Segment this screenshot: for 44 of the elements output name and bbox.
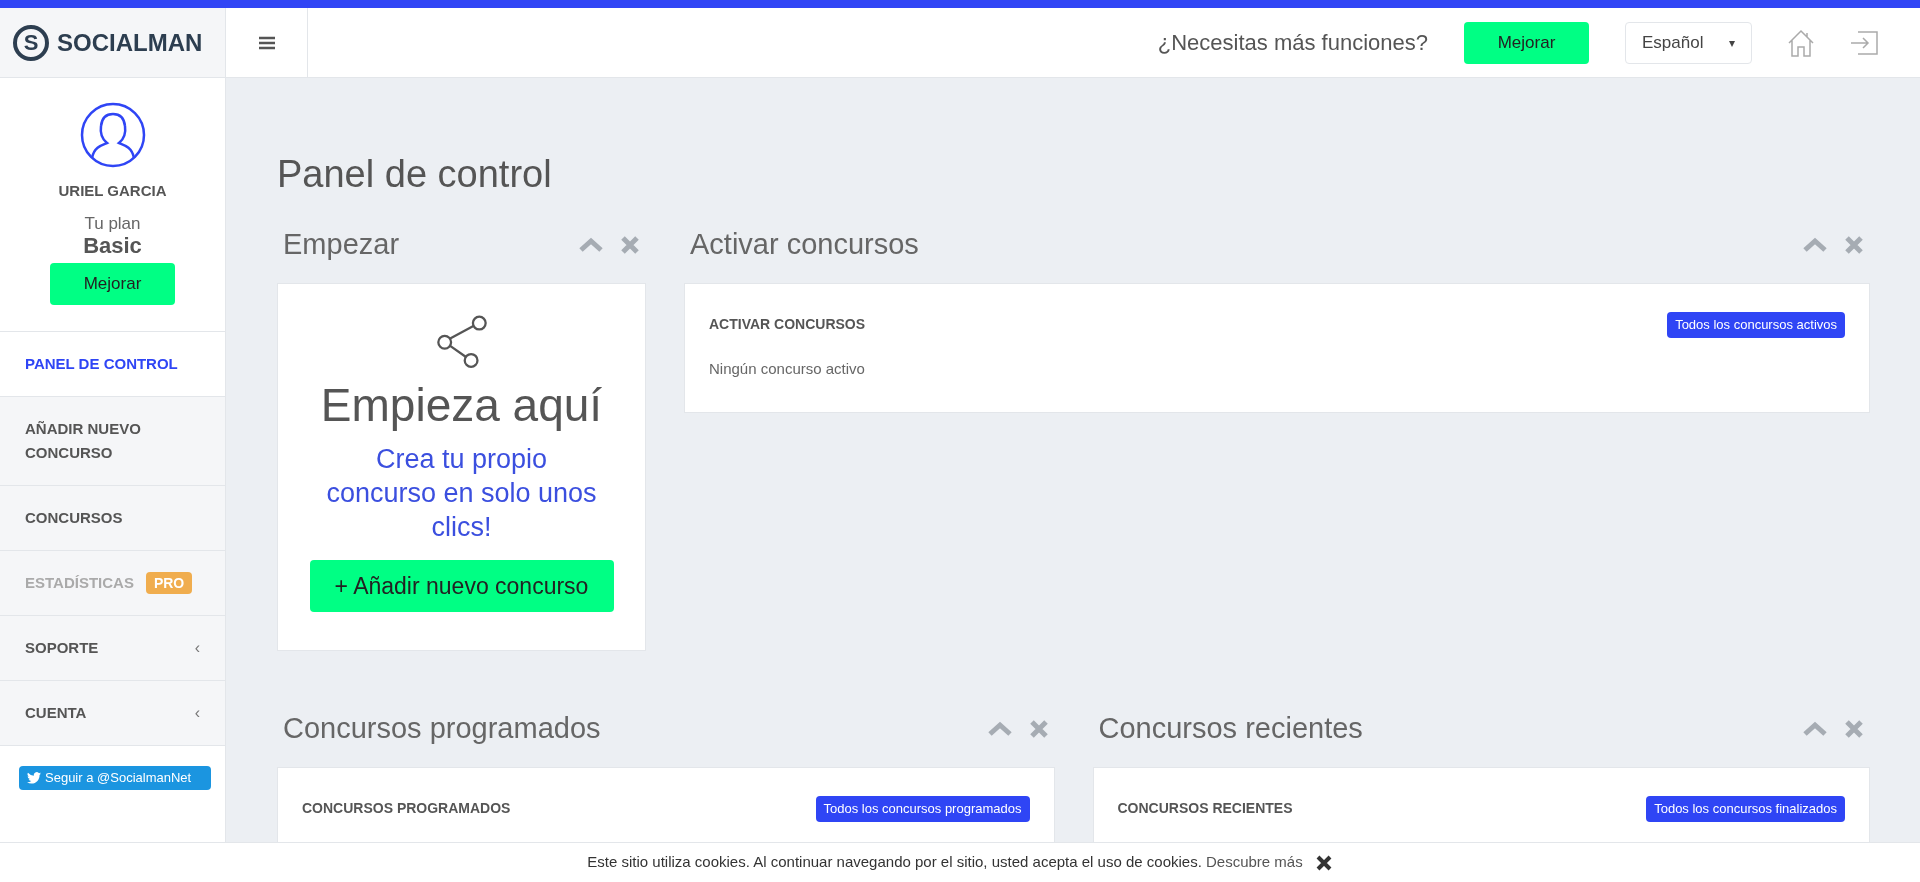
- avatar-icon: [79, 102, 146, 168]
- view-all-link[interactable]: Todos los concursos activos: [1667, 312, 1845, 338]
- close-icon[interactable]: [1314, 853, 1333, 872]
- nav-item[interactable]: AÑADIR NUEVO CONCURSO: [0, 397, 225, 486]
- nav-item[interactable]: SOPORTE ‹: [0, 616, 225, 681]
- collapse-icon[interactable]: [578, 237, 604, 253]
- upgrade-button[interactable]: Mejorar: [1464, 21, 1589, 64]
- collapse-icon[interactable]: [1802, 721, 1828, 737]
- plan-label: Tu plan: [84, 214, 141, 232]
- home-icon[interactable]: [1788, 28, 1814, 57]
- upgrade-button[interactable]: Mejorar: [50, 263, 175, 305]
- card-title: CONCURSOS PROGRAMADOS: [302, 799, 511, 819]
- bird-icon: [27, 772, 41, 784]
- view-all-link[interactable]: Todos los concursos programados: [815, 796, 1030, 822]
- card-title: CONCURSOS RECIENTES: [1117, 799, 1293, 819]
- start-heading: Empieza aquí: [320, 377, 603, 433]
- nav-item[interactable]: CONCURSOS: [0, 486, 225, 551]
- collapse-icon[interactable]: [1802, 237, 1828, 253]
- pro-badge: PRO: [145, 572, 193, 594]
- cookie-notice: Este sitio utiliza cookies. Al continuar navegando por el sitio, usted acepta el uso de cookies. Descubre más: [587, 852, 1303, 873]
- view-all-link[interactable]: Todos los concursos finalizados: [1646, 796, 1845, 822]
- add-contest-button[interactable]: + Añadir nuevo concurso: [309, 560, 614, 612]
- section-title: Empezar: [283, 227, 400, 263]
- logout-icon[interactable]: [1850, 30, 1878, 55]
- chevron-icon: ‹: [194, 636, 200, 660]
- collapse-icon[interactable]: [986, 721, 1013, 737]
- page-title: Panel de control: [277, 152, 553, 197]
- start-subtitle: Crea tu propio concurso en solo unos clics!: [325, 443, 598, 545]
- upgrade-prompt: ¿Necesitas más funciones?: [1157, 29, 1428, 57]
- empty-message: Ningún concurso activo: [709, 358, 866, 379]
- chevron-icon: ‹: [194, 701, 200, 725]
- card-title: ACTIVAR CONCURSOS: [709, 315, 866, 335]
- learn-more-link[interactable]: Descubre más: [1206, 853, 1303, 871]
- menu-icon[interactable]: [258, 35, 275, 50]
- nav-item[interactable]: CUENTA ‹: [0, 681, 225, 746]
- section-title: Concursos programados: [283, 711, 601, 747]
- section-title: Activar concursos: [690, 227, 919, 263]
- logo-text: SOCIALMAN: [57, 27, 203, 58]
- logo-mark: S: [13, 24, 49, 61]
- user-name: URIEL GARCIA: [58, 181, 167, 201]
- section-title: Concursos recientes: [1098, 711, 1363, 747]
- plan-name: Basic: [83, 232, 142, 259]
- language-select[interactable]: Español ▾: [1625, 21, 1752, 64]
- logo[interactable]: S SOCIALMAN: [0, 8, 226, 77]
